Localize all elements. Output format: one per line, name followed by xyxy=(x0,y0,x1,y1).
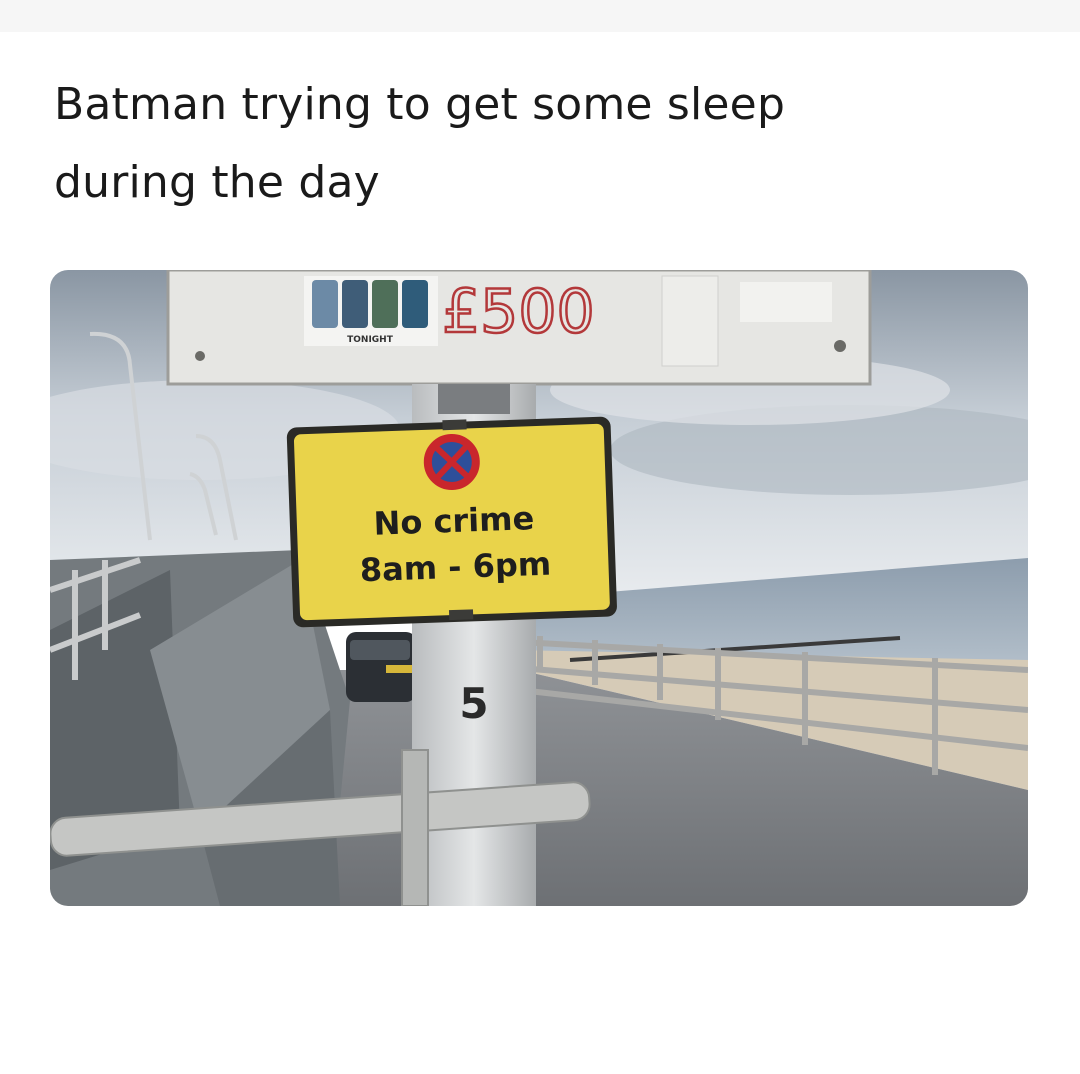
pole-number: 5 xyxy=(459,679,488,728)
price-graffiti: £500 xyxy=(442,277,595,347)
sign-line-1: No crime xyxy=(373,499,535,543)
caption-line-2: during the day xyxy=(54,157,380,208)
parked-car xyxy=(346,632,416,702)
no-crime-sign: No crime 8am - 6pm xyxy=(286,416,617,628)
top-bar xyxy=(0,0,1080,32)
sticker-text: TONIGHT xyxy=(347,335,394,345)
post-caption: Batman trying to get some sleep during t… xyxy=(54,66,1014,222)
meme-photo: TONIGHT £500 5 No crime 8am - 6pm xyxy=(50,270,1028,906)
caption-line-1: Batman trying to get some sleep xyxy=(54,79,786,130)
photo-scene: TONIGHT £500 5 No crime 8am - 6pm xyxy=(50,270,1028,906)
sign-line-2: 8am - 6pm xyxy=(359,545,551,590)
upper-sign: TONIGHT £500 xyxy=(166,270,872,386)
